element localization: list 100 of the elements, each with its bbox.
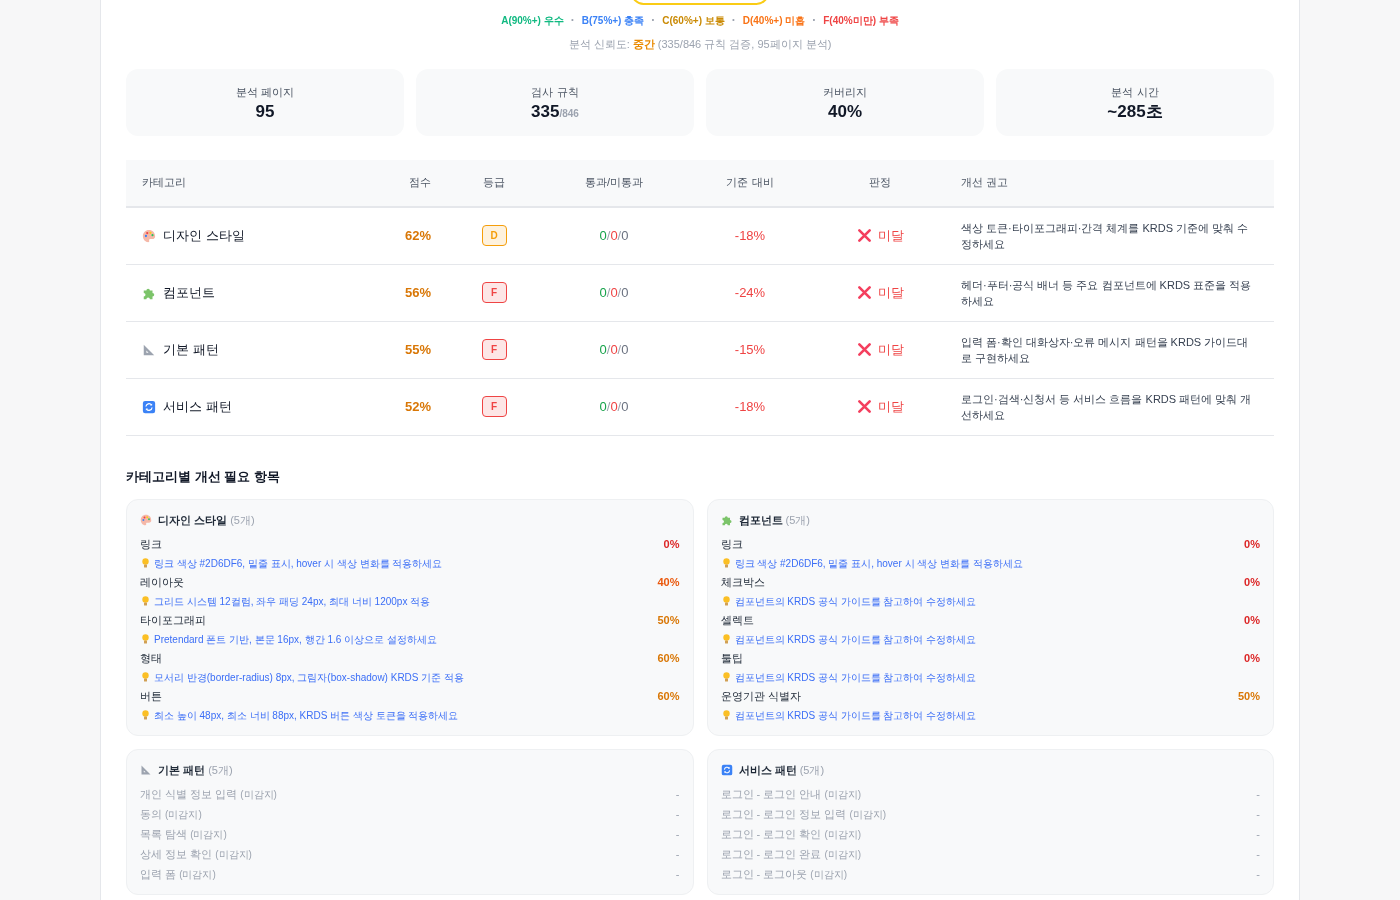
lightbulb-icon [722, 710, 730, 720]
item-score: 60% [657, 650, 680, 666]
palette-icon [142, 228, 156, 243]
lightbulb-icon [142, 672, 149, 682]
item-score: 50% [657, 612, 680, 628]
item-score: - [675, 786, 680, 802]
tip-text: 컴포넌트의 KRDS 공식 가이드를 참고하여 수정하세요 [734, 670, 977, 685]
item-name: 로그인 - 로그인 확인 (미감지) [720, 826, 862, 842]
section-title: 카테고리별 개선 필요 항목 [126, 467, 281, 486]
tip-text: 링크 색상 #2D6DF6, 밑줄 표시, hover 시 색상 변화를 적용하세요 [154, 556, 443, 571]
pass-fail-count: 0/0/0 [599, 397, 629, 416]
refresh-icon [142, 399, 156, 414]
column-header: 판정 [868, 175, 892, 191]
item-score: 40% [657, 574, 680, 590]
item-name: 툴팁 [720, 650, 743, 666]
card-title: 서비스 패턴 (5개) [738, 762, 825, 778]
delta-text: -15% [734, 341, 766, 357]
pass-fail-count: 0/0/0 [599, 340, 629, 359]
separator-dot: · [812, 12, 817, 29]
verdict-text: 미달 [877, 397, 904, 416]
grade-legend-item: D(40%+) 미흡 [742, 13, 806, 28]
card-title: 기본 패턴 (5개) [158, 762, 233, 778]
lightbulb-icon [142, 596, 149, 606]
tip-text: 컴포넌트의 KRDS 공식 가이드를 참고하여 수정하세요 [734, 594, 977, 609]
card-title: 디자인 스타일 (5개) [158, 513, 255, 528]
item-score: - [1256, 866, 1260, 882]
score-text: 62% [404, 227, 431, 243]
triangle-ruler-icon [142, 342, 156, 357]
tip-text: Pretendard 폰트 기반, 본문 16px, 행간 1.6 이상으로 설정하세요 [154, 632, 437, 647]
category-name: 디자인 스타일 [163, 226, 245, 245]
stat-value: 95 [255, 103, 275, 121]
grade-badge: D [481, 225, 507, 246]
column-header: 등급 [482, 175, 506, 191]
item-name: 링크 [140, 536, 162, 552]
tip-text: 그리드 시스템 12컬럼, 좌우 패딩 24px, 최대 너비 1200px 적용 [154, 594, 431, 609]
palette-icon [140, 514, 152, 527]
stat-value: 335/846 [531, 103, 579, 121]
tip-text: 링크 색상 #2D6DF6, 밑줄 표시, hover 시 색상 변화를 적용하세요 [734, 556, 1023, 571]
item-name: 로그인 - 로그인 정보 입력 (미감지) [720, 806, 887, 822]
tip-text: 모서리 반경(border-radius) 8px, 그림자(box-shadow) KRDS 기준 적용 [154, 670, 465, 685]
delta-text: -18% [734, 227, 766, 243]
grade-legend-item: B(75%+) 충족 [581, 13, 645, 28]
recommendation-text: 헤더·푸터·공식 배너 등 주요 컴포넌트에 KRDS 표준을 적용하세요 [961, 277, 1253, 309]
item-name: 입력 폼 (미감지) [140, 866, 216, 882]
grade-legend-item: F(40%미만) 부족 [823, 13, 899, 28]
item-name: 버튼 [140, 688, 162, 704]
item-name: 운영기관 식별자 [720, 688, 801, 704]
stat-value: 40% [828, 103, 862, 121]
grade-badge: F [481, 282, 507, 303]
separator-dot: · [731, 12, 736, 29]
stat-value: ~285초 [1107, 103, 1163, 121]
lightbulb-icon [142, 634, 149, 644]
item-score: 0% [1244, 612, 1260, 628]
item-name: 상세 정보 확인 (미감지) [140, 846, 252, 862]
item-name: 레이아웃 [140, 574, 184, 590]
item-score: 0% [663, 536, 680, 552]
lightbulb-icon [722, 558, 730, 568]
item-score: - [1256, 846, 1260, 862]
item-score: - [675, 806, 680, 822]
item-score: 0% [1244, 574, 1260, 590]
separator-dot: · [651, 12, 656, 29]
item-name: 로그인 - 로그인 안내 (미감지) [720, 786, 862, 802]
pass-fail-count: 0/0/0 [599, 226, 629, 245]
item-score: 0% [1244, 536, 1260, 552]
grade-badge: F [481, 396, 507, 417]
item-score: - [1256, 806, 1260, 822]
stat-label: 커버리지 [823, 84, 867, 100]
item-score: - [675, 826, 680, 842]
tip-text: 컴포넌트의 KRDS 공식 가이드를 참고하여 수정하세요 [734, 708, 977, 723]
item-name: 목록 탐색 (미감지) [140, 826, 227, 842]
delta-text: -18% [734, 398, 766, 414]
item-score: - [675, 846, 680, 862]
item-score: 60% [657, 688, 680, 704]
item-name: 체크박스 [720, 574, 765, 590]
item-name: 타이포그래피 [140, 612, 206, 628]
item-score: 50% [1237, 688, 1260, 704]
recommendation-text: 입력 폼·확인 대화상자·오류 메시지 패턴을 KRDS 가이드대로 구현하세요 [961, 334, 1250, 366]
refresh-icon [720, 763, 733, 776]
lightbulb-icon [142, 710, 149, 720]
item-name: 동의 (미감지) [140, 806, 202, 822]
item-score: - [675, 866, 680, 882]
category-name: 컴포넌트 [163, 283, 215, 302]
pass-fail-count: 0/0/0 [599, 283, 629, 302]
lightbulb-icon [722, 634, 730, 644]
grade-badge: F [481, 339, 507, 360]
tip-text: 컴포넌트의 KRDS 공식 가이드를 참고하여 수정하세요 [734, 632, 977, 647]
item-score: - [1256, 786, 1260, 802]
tip-text: 최소 높이 48px, 최소 너비 88px, KRDS 버튼 색상 토큰을 적용하세요 [154, 708, 459, 723]
score-text: 52% [404, 398, 431, 414]
confidence-text: 분석 신뢰도: 중간 (335/846 규칙 검증, 95페이지 분석) [568, 37, 832, 52]
verdict-text: 미달 [877, 340, 904, 359]
stat-label: 분석 페이지 [235, 84, 295, 100]
recommendation-text: 로그인·검색·신청서 등 서비스 흐름을 KRDS 패턴에 맞춰 개선하세요 [961, 391, 1253, 423]
separator-dot: · [570, 12, 575, 29]
verdict-text: 미달 [877, 226, 904, 245]
triangle-ruler-icon [140, 763, 152, 776]
card-title: 컴포넌트 (5개) [738, 513, 810, 528]
lightbulb-icon [722, 596, 730, 606]
lightbulb-icon [142, 558, 149, 568]
item-name: 형태 [140, 650, 162, 666]
